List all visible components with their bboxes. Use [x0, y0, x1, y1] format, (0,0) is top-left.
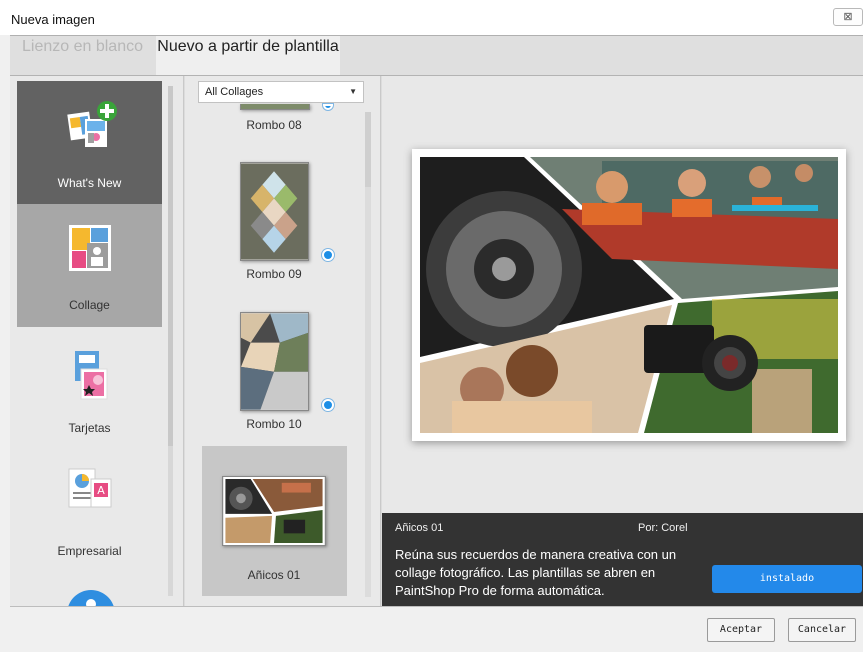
- category-label: Collage: [69, 298, 110, 312]
- template-item-anicos-01[interactable]: Añicos 01: [202, 446, 347, 596]
- collage-icon: [69, 225, 111, 271]
- category-label: What's New: [57, 176, 122, 190]
- template-description: Reúna sus recuerdos de manera creativa c…: [395, 547, 677, 598]
- tab-bar: Lienzo en blanco Nuevo a partir de plant…: [10, 35, 863, 75]
- template-author: Por: Corel: [638, 522, 688, 534]
- window-title: Nueva imagen: [11, 12, 95, 27]
- category-scrollbar[interactable]: [168, 86, 173, 596]
- business-icon: A: [68, 468, 112, 508]
- template-radio[interactable]: [322, 399, 334, 411]
- template-name: Añicos 01: [395, 522, 444, 534]
- chevron-down-icon: ▼: [349, 87, 357, 96]
- template-radio[interactable]: [322, 249, 334, 261]
- content-area: What's New Collage Tarjetas A Empresaria…: [10, 75, 863, 607]
- template-scrollbar[interactable]: [365, 112, 371, 597]
- template-thumbnail: [240, 162, 309, 261]
- dialog-footer: Aceptar Cancelar: [10, 606, 863, 652]
- template-thumbnail: [240, 104, 310, 110]
- whats-new-icon: [67, 101, 117, 147]
- tab-blank-canvas[interactable]: Lienzo en blanco: [10, 36, 155, 75]
- filter-value: All Collages: [205, 86, 264, 98]
- template-label: Añicos 01: [247, 568, 301, 582]
- template-thumbnail: [240, 312, 309, 411]
- svg-text:A: A: [97, 484, 105, 497]
- template-label: Rombo 08: [246, 118, 302, 132]
- cards-icon: [75, 351, 108, 400]
- category-empresarial[interactable]: A Empresarial: [17, 450, 162, 573]
- template-preview-image: [412, 149, 846, 441]
- template-label: Rombo 09: [246, 267, 302, 281]
- category-label: Tarjetas: [68, 421, 111, 435]
- category-whats-new[interactable]: What's New: [17, 81, 162, 204]
- close-button[interactable]: ⊠: [833, 8, 863, 26]
- preview-pane: Añicos 01 Por: Corel Reúna sus recuerdos…: [382, 76, 863, 607]
- template-list: All Collages ▼ Rombo 08 Rombo 09 Rombo 1…: [185, 76, 381, 607]
- category-tarjetas[interactable]: Tarjetas: [17, 327, 162, 450]
- install-button[interactable]: instalado: [712, 565, 862, 593]
- template-label: Rombo 10: [246, 417, 302, 431]
- category-next-icon: [68, 590, 114, 607]
- category-collage[interactable]: Collage: [17, 204, 162, 327]
- title-bar: Nueva imagen ⊠: [0, 0, 863, 35]
- collage-filter-select[interactable]: All Collages ▼: [198, 81, 364, 103]
- new-image-dialog: Nueva imagen ⊠ Lienzo en blanco Nuevo a …: [0, 0, 863, 652]
- template-radio[interactable]: [323, 104, 333, 110]
- scrollbar-thumb[interactable]: [168, 86, 173, 446]
- tab-from-template[interactable]: Nuevo a partir de plantilla: [156, 36, 340, 75]
- cancel-button[interactable]: Cancelar: [788, 618, 856, 642]
- category-list: What's New Collage Tarjetas A Empresaria…: [10, 76, 184, 607]
- accept-button[interactable]: Aceptar: [707, 618, 775, 642]
- template-thumbnail: [222, 476, 326, 546]
- template-info-panel: Añicos 01 Por: Corel Reúna sus recuerdos…: [382, 513, 863, 607]
- category-label: Empresarial: [57, 544, 122, 558]
- scrollbar-thumb[interactable]: [365, 112, 371, 187]
